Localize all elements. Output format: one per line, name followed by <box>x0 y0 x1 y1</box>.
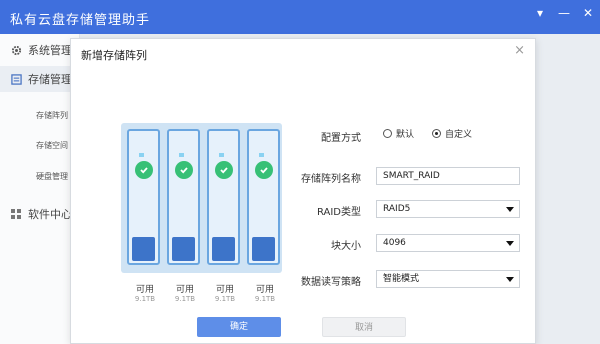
disk-size: 9.1TB <box>254 295 276 303</box>
block-size-select[interactable]: 4096 <box>376 234 520 252</box>
sidebar-item-label: 系统管理 <box>28 44 72 57</box>
rw-policy-label: 数据读写策略 <box>301 277 361 288</box>
disk-slot <box>172 237 195 261</box>
disk-bay[interactable] <box>167 129 200 265</box>
dialog-title: 新增存储阵列 <box>81 49 147 62</box>
config-mode-label: 配置方式 <box>321 133 361 144</box>
title-bar: 私有云盘存储管理助手 ▾ — ✕ <box>0 0 600 34</box>
sidebar-item-label: 软件中心 <box>28 208 72 221</box>
confirm-button[interactable]: 确定 <box>197 317 281 337</box>
disk-status: 可用 <box>135 285 154 295</box>
disk-bay[interactable] <box>207 129 240 265</box>
block-size-label: 块大小 <box>331 241 361 252</box>
array-name-field[interactable]: SMART_RAID <box>376 167 520 185</box>
disk-led <box>259 153 264 157</box>
rw-policy-value: 智能模式 <box>383 274 420 284</box>
sidebar-item-system[interactable]: 系统管理 <box>0 40 80 60</box>
window-controls: ▾ — ✕ <box>534 6 594 20</box>
disk-bay[interactable] <box>127 129 160 265</box>
sidebar-item-storage[interactable]: 存储管理 <box>0 66 80 92</box>
disk-led <box>139 153 144 157</box>
rw-policy-select[interactable]: 智能模式 <box>376 270 520 288</box>
disk-size: 9.1TB <box>214 295 236 303</box>
radio-default[interactable] <box>383 129 392 138</box>
dropdown-icon[interactable]: ▾ <box>534 6 546 20</box>
cancel-button[interactable]: 取消 <box>322 317 406 337</box>
radio-default-label[interactable]: 默认 <box>396 127 414 140</box>
chevron-down-icon <box>506 207 514 212</box>
raid-type-select[interactable]: RAID5 <box>376 200 520 218</box>
check-icon <box>175 161 193 179</box>
disk-size: 9.1TB <box>174 295 196 303</box>
new-array-dialog: 新增存储阵列 × 可用 9.1TB 可用 9.1TB 可用 9.1TB 可用 9… <box>70 38 536 344</box>
disk-led <box>179 153 184 157</box>
disk-status: 可用 <box>175 285 194 295</box>
gear-icon <box>10 44 22 56</box>
disk-size: 9.1TB <box>134 295 156 303</box>
storage-icon <box>10 73 22 85</box>
block-size-value: 4096 <box>383 238 406 248</box>
raid-type-value: RAID5 <box>383 204 411 214</box>
disk-status: 可用 <box>215 285 234 295</box>
disk-led <box>219 153 224 157</box>
sidebar-item-label: 存储管理 <box>28 73 72 86</box>
chevron-down-icon <box>506 241 514 246</box>
array-name-label: 存储阵列名称 <box>301 174 361 185</box>
check-icon <box>215 161 233 179</box>
sidebar: 系统管理 存储管理 存储阵列 存储空间 硬盘管理 软件中心 <box>0 34 80 344</box>
config-mode-radio-group: 默认 自定义 <box>383 127 490 140</box>
app-title: 私有云盘存储管理助手 <box>10 13 151 28</box>
raid-type-label: RAID类型 <box>316 207 361 218</box>
disk-slot <box>132 237 155 261</box>
disk-slot <box>212 237 235 261</box>
grid-icon <box>10 208 22 220</box>
minimize-icon[interactable]: — <box>558 6 570 20</box>
close-icon[interactable]: × <box>514 43 525 58</box>
radio-custom[interactable] <box>432 129 442 138</box>
check-icon <box>135 161 153 179</box>
radio-custom-label[interactable]: 自定义 <box>445 127 472 140</box>
sidebar-item-software[interactable]: 软件中心 <box>0 204 80 224</box>
close-window-icon[interactable]: ✕ <box>582 6 594 20</box>
chevron-down-icon <box>506 277 514 282</box>
